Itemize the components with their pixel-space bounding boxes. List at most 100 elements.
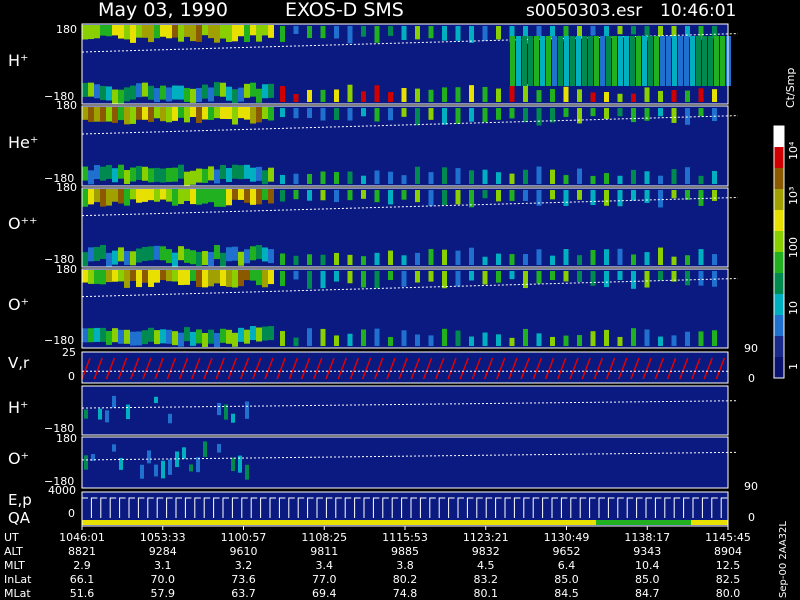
- flux-cell: [82, 270, 88, 283]
- flux-cell: [361, 271, 366, 288]
- flux-cell: [442, 271, 447, 289]
- flux-cell: [690, 36, 695, 86]
- flux-cell: [496, 334, 501, 346]
- flux-cell: [214, 82, 220, 97]
- flux-cell: [82, 107, 88, 120]
- flux-cell: [196, 329, 202, 344]
- flux-cell: [262, 189, 268, 200]
- flux-cell: [217, 402, 221, 416]
- flux-cell: [374, 85, 380, 102]
- flux-cell: [124, 329, 130, 344]
- flux-cell: [94, 270, 100, 284]
- flux-cell: [88, 25, 94, 40]
- flux-cell: [220, 189, 226, 207]
- flux-cell: [293, 271, 299, 280]
- flux-cell: [256, 270, 262, 286]
- flux-cell: [374, 252, 380, 265]
- ephemeris-value: 85.0: [635, 573, 660, 586]
- flux-cell: [347, 190, 353, 201]
- ephemeris-value: 84.7: [635, 587, 660, 600]
- flux-cell: [238, 189, 244, 200]
- flux-cell: [124, 189, 130, 206]
- ytick-p8-min: 0: [68, 507, 75, 520]
- flux-cell: [214, 107, 220, 119]
- flux-cell: [550, 255, 555, 265]
- flux-cell: [112, 107, 118, 123]
- flux-cell: [244, 329, 250, 344]
- flux-cell: [244, 270, 250, 281]
- colorbar-tick-1: 1: [787, 363, 800, 370]
- flux-cell: [523, 328, 528, 346]
- flux-cell: [361, 91, 366, 102]
- flux-cell: [112, 444, 116, 452]
- flux-cell: [256, 166, 262, 181]
- flux-cell: [534, 36, 539, 86]
- flux-cell: [238, 270, 244, 287]
- qa-bar: [596, 520, 691, 525]
- flux-cell: [347, 108, 353, 121]
- flux-cell: [523, 271, 528, 289]
- flux-cell: [469, 336, 474, 346]
- header-file: s0050303.esr: [526, 1, 642, 21]
- flux-cell: [550, 336, 555, 346]
- flux-cell: [220, 164, 226, 179]
- flux-cell: [685, 90, 690, 102]
- colorbar-tick-10000: 10⁴: [787, 141, 800, 160]
- flux-cell: [148, 327, 154, 342]
- ephemeris-value: 57.9: [151, 587, 176, 600]
- flux-cell: [106, 252, 112, 267]
- flux-cell: [590, 108, 596, 117]
- flux-cell: [631, 328, 636, 346]
- colorbar-segment: [774, 315, 784, 337]
- ytick-p8-max: 4000: [48, 484, 76, 497]
- flux-cell: [617, 93, 623, 102]
- flux-cell: [82, 166, 88, 181]
- flux-cell: [666, 36, 671, 86]
- ephemeris-value: 1130:49: [544, 531, 590, 544]
- ephemeris-value: 80.2: [393, 573, 418, 586]
- flux-cell: [320, 271, 326, 289]
- flux-cell: [563, 175, 569, 184]
- flux-cell: [401, 330, 407, 346]
- ephemeris-value: 6.4: [558, 559, 576, 572]
- flux-cell: [280, 26, 285, 42]
- flux-cell: [100, 270, 106, 285]
- colorbar-segment: [774, 168, 784, 190]
- flux-cell: [442, 108, 447, 125]
- flux-cell: [189, 464, 193, 472]
- flux-cell: [178, 332, 184, 347]
- flux-cell: [712, 254, 717, 265]
- flux-cell: [172, 331, 178, 346]
- flux-cell: [374, 271, 380, 289]
- flux-cell: [516, 36, 521, 86]
- flux-cell: [100, 189, 106, 207]
- flux-cell: [268, 326, 274, 341]
- right-tick-p8: 0: [748, 511, 755, 524]
- flux-cell: [124, 87, 130, 102]
- flux-cell: [606, 36, 611, 86]
- flux-cell: [401, 87, 407, 102]
- flux-cell: [118, 89, 124, 104]
- flux-cell: [442, 167, 447, 184]
- flux-cell: [214, 245, 220, 260]
- flux-cell: [617, 271, 623, 281]
- ephemeris-label-inlat: InLat: [4, 573, 32, 586]
- flux-cell: [148, 25, 154, 43]
- flux-cell: [334, 89, 339, 102]
- flux-cell: [142, 107, 148, 120]
- flux-cell: [671, 190, 677, 199]
- ytick-p5-max: 25: [62, 346, 76, 359]
- panel-label-h-plus: H⁺: [8, 51, 28, 70]
- panel-label-o-plus-plus: O⁺⁺: [8, 214, 37, 233]
- flux-cell: [130, 107, 136, 124]
- flux-cell: [160, 85, 166, 100]
- panel-label-o-plus: O⁺: [8, 295, 29, 314]
- flux-cell: [442, 328, 447, 346]
- flux-cell: [268, 270, 274, 285]
- flux-cell: [208, 251, 214, 266]
- flux-cell: [401, 255, 407, 265]
- flux-cell: [361, 175, 366, 184]
- flux-cell: [658, 108, 663, 117]
- ephemeris-value: 70.0: [151, 573, 176, 586]
- flux-cell: [226, 25, 232, 42]
